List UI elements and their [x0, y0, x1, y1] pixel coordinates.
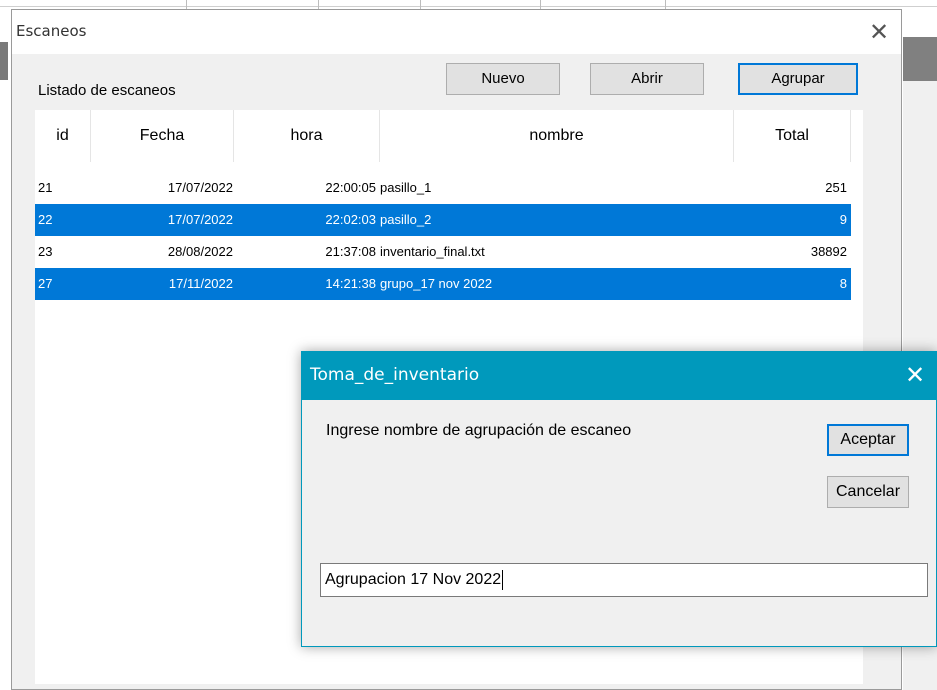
cell-total: 8	[839, 276, 847, 291]
column-header-fecha[interactable]: Fecha	[91, 110, 234, 162]
background-left-strip	[0, 10, 10, 690]
listview-header: id Fecha hora nombre Total	[35, 110, 851, 162]
dialog-prompt: Ingrese nombre de agrupación de escaneo	[326, 422, 632, 439]
aceptar-button[interactable]: Aceptar	[827, 424, 909, 456]
nuevo-button[interactable]: Nuevo	[446, 63, 560, 95]
agrupar-button[interactable]: Agrupar	[738, 63, 858, 95]
background-right-bar	[903, 37, 937, 81]
escaneos-title-bar[interactable]: Escaneos ✕	[12, 10, 901, 54]
background-divider	[540, 0, 541, 9]
text-caret	[502, 569, 504, 590]
table-row[interactable]: 27 17/11/2022 14:21:38 grupo_17 nov 2022…	[35, 268, 851, 300]
close-icon[interactable]: ✕	[900, 360, 930, 390]
abrir-button[interactable]: Abrir	[590, 63, 704, 95]
cancelar-button[interactable]: Cancelar	[827, 476, 909, 508]
background-app-edge	[0, 0, 937, 7]
listview-rows: 21 17/07/2022 22:00:05 pasillo_1 251 22 …	[35, 172, 851, 300]
table-row[interactable]: 22 17/07/2022 22:02:03 pasillo_2 9	[35, 204, 851, 236]
column-header-nombre[interactable]: nombre	[380, 110, 734, 162]
background-left-bar	[0, 42, 8, 80]
list-label: Listado de escaneos	[38, 82, 176, 99]
column-header-id[interactable]: id	[35, 110, 91, 162]
background-divider	[420, 0, 421, 9]
close-icon[interactable]: ✕	[865, 18, 893, 46]
column-header-hora[interactable]: hora	[234, 110, 380, 162]
table-row[interactable]: 21 17/07/2022 22:00:05 pasillo_1 251	[35, 172, 851, 204]
agrupacion-dialog: Toma_de_inventario ✕ Ingrese nombre de a…	[301, 351, 937, 647]
cell-total: 38892	[810, 244, 847, 259]
background-divider	[318, 0, 319, 9]
dialog-title: Toma_de_inventario	[310, 365, 480, 385]
input-text: Agrupacion 17 Nov 2022	[325, 571, 502, 588]
dialog-title-bar[interactable]: Toma_de_inventario ✕	[302, 352, 936, 400]
agrupacion-name-input[interactable]: Agrupacion 17 Nov 2022	[320, 563, 928, 597]
cell-total: 251	[825, 180, 847, 195]
column-header-total[interactable]: Total	[734, 110, 851, 162]
listview-scroll-corner	[851, 110, 863, 162]
background-divider	[665, 0, 666, 9]
table-row[interactable]: 23 28/08/2022 21:37:08 inventario_final.…	[35, 236, 851, 268]
window-title: Escaneos	[16, 22, 87, 40]
cell-total: 9	[839, 212, 847, 227]
background-divider	[186, 0, 187, 9]
